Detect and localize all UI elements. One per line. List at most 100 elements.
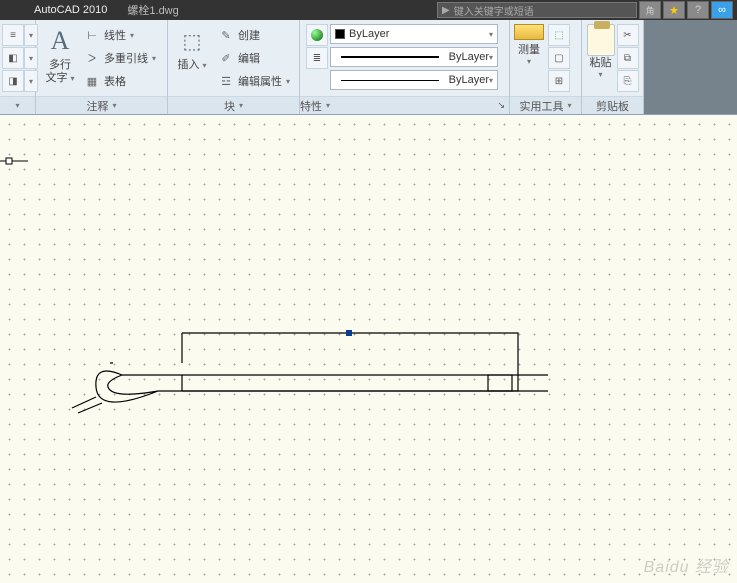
selection-grip[interactable] <box>346 330 352 336</box>
match-prop-button[interactable] <box>306 24 328 46</box>
table-label: 表格 <box>104 73 126 89</box>
paste-label: 粘贴 <box>590 57 612 69</box>
search-icon: ▶ <box>442 5 450 16</box>
measure-button[interactable]: 测量 ▾ <box>514 24 544 66</box>
linetype-value: ByLayer <box>449 74 489 86</box>
help-icon: 角 <box>645 4 654 17</box>
chevron-down-icon: ▾ <box>15 101 19 110</box>
lineweight-combo[interactable]: ByLayer ▾ <box>330 47 498 67</box>
annotate-panel-label[interactable]: 注释▾ <box>36 96 167 114</box>
document-name: 螺栓1.dwg <box>127 2 178 18</box>
cut-button[interactable]: ✂ <box>617 24 639 46</box>
block-create-button[interactable]: ✎ 创建 <box>218 24 290 46</box>
copy-icon: ⧉ <box>624 53 631 64</box>
quickselect-button[interactable]: ⬚ <box>548 24 570 46</box>
globe-icon <box>311 29 323 41</box>
table-icon: ▦ <box>84 75 100 88</box>
star-icon: ★ <box>669 4 679 17</box>
properties-panel-label[interactable]: 特性▾↘ <box>300 96 509 114</box>
insert-label: 插入 ▾ <box>177 59 206 71</box>
chevron-down-icon: ▾ <box>567 101 571 110</box>
properties-panel: ByLayer ▾ ≣ ByLayer ▾ ByLayer ▾ <box>300 20 510 114</box>
chevron-down-icon: ▾ <box>29 31 33 40</box>
mtext-button[interactable]: A 多行 文字 ▾ <box>42 24 78 84</box>
ruler-icon <box>514 24 544 40</box>
paste-button[interactable]: 粘贴 ▾ <box>587 24 615 79</box>
chevron-down-icon: ▾ <box>326 101 330 110</box>
block-panel: ⬚ 插入 ▾ ✎创建 ✐编辑 ☲编辑属性▾ 块▾ <box>168 20 300 114</box>
dim-linear-button[interactable]: ⊢线性▾ <box>84 24 156 46</box>
annotate-panel: A 多行 文字 ▾ ⊢线性▾ ᐳ多重引线▾ ▦表格 注释▾ <box>36 20 168 114</box>
info-icon: ? <box>695 4 701 16</box>
search-placeholder: 键入关键字或短语 <box>454 3 534 18</box>
title-button-2[interactable]: ★ <box>663 1 685 19</box>
link-icon: ∞ <box>718 4 726 16</box>
iso-icon: ◨ <box>8 76 17 87</box>
title-bar: AutoCAD 2010 螺栓1.dwg ▶ 键入关键字或短语 角 ★ ? ∞ <box>0 0 737 20</box>
app-name: AutoCAD 2010 <box>34 4 107 16</box>
select-icon: ⬚ <box>554 30 563 41</box>
attr-icon: ☲ <box>218 75 234 88</box>
dialog-launcher-icon[interactable]: ↘ <box>497 100 505 111</box>
chevron-down-icon: ▾ <box>29 54 33 63</box>
edit-icon: ✐ <box>218 52 234 65</box>
block-edit-label: 编辑 <box>238 50 260 66</box>
watermark: Baidu 经验 <box>644 553 729 577</box>
quickcalc-button[interactable]: ⊞ <box>548 70 570 92</box>
mtext-icon: A <box>42 24 78 58</box>
selectall-icon: ▢ <box>554 53 563 64</box>
edit-attr-label: 编辑属性 <box>238 73 282 89</box>
mleader-label: 多重引线 <box>104 50 148 66</box>
partial-left-panel: ≡ ▾ ◧ ▾ ◨ ▾ ▾ <box>0 20 36 114</box>
drawing-content <box>0 115 737 583</box>
color-value: ByLayer <box>349 28 389 40</box>
block-create-label: 创建 <box>238 27 260 43</box>
block-edit-button[interactable]: ✐ 编辑 <box>218 47 290 69</box>
match-icon: ◧ <box>8 53 17 64</box>
title-button-3[interactable]: ? <box>687 1 709 19</box>
panel-label-left: ▾ <box>0 96 35 114</box>
table-button[interactable]: ▦ 表格 <box>84 70 156 92</box>
chevron-down-icon: ▾ <box>527 57 531 66</box>
list-icon: ≣ <box>313 53 321 64</box>
color-combo[interactable]: ByLayer ▾ <box>330 24 498 44</box>
chevron-down-icon: ▾ <box>29 77 33 86</box>
mleader-button[interactable]: ᐳ多重引线▾ <box>84 47 156 69</box>
chevron-down-icon: ▾ <box>112 101 116 110</box>
utilities-panel: 测量 ▾ ⬚ ▢ ⊞ 实用工具▾ <box>510 20 582 114</box>
mleader-icon: ᐳ <box>84 52 100 65</box>
chevron-down-icon: ▾ <box>489 30 493 39</box>
utilities-panel-label[interactable]: 实用工具▾ <box>510 96 581 114</box>
copy-button[interactable]: ⧉ <box>617 47 639 69</box>
create-icon: ✎ <box>218 29 234 42</box>
linetype-combo[interactable]: ByLayer ▾ <box>330 70 498 90</box>
drawing-canvas[interactable]: Baidu 经验 <box>0 115 737 583</box>
selectall-button[interactable]: ▢ <box>548 47 570 69</box>
edit-attr-button[interactable]: ☲编辑属性▾ <box>218 70 290 92</box>
lineweight-sample <box>341 56 439 58</box>
insert-button[interactable]: ⬚ 插入 ▾ <box>174 24 210 71</box>
lineweight-value: ByLayer <box>449 51 489 63</box>
block-panel-label[interactable]: 块▾ <box>168 96 299 114</box>
unsaved-layer-button[interactable]: ≡ <box>2 24 24 46</box>
calc-icon: ⊞ <box>555 76 563 87</box>
mtext-label-bot: 文字 ▾ <box>45 72 74 84</box>
copyclip-button[interactable]: ⎘ <box>617 70 639 92</box>
layer-match-button[interactable]: ◧ <box>2 47 24 69</box>
list-button[interactable]: ≣ <box>306 47 328 69</box>
cut-icon: ✂ <box>623 30 631 41</box>
clipboard-panel: 粘贴 ▾ ✂ ⧉ ⎘ 剪贴板 <box>582 20 644 114</box>
search-input[interactable]: ▶ 键入关键字或短语 <box>437 2 637 18</box>
chevron-down-icon: ▾ <box>489 53 493 62</box>
color-swatch <box>335 29 345 39</box>
chevron-down-icon: ▾ <box>489 76 493 85</box>
infocenter-button[interactable]: ∞ <box>711 1 733 19</box>
layer-icon: ≡ <box>10 30 16 41</box>
title-button-1[interactable]: 角 <box>639 1 661 19</box>
chevron-down-icon: ▾ <box>598 70 602 79</box>
layer-iso-button[interactable]: ◨ <box>2 70 24 92</box>
linear-dim-icon: ⊢ <box>84 29 100 42</box>
dim-linear-label: 线性 <box>104 27 126 43</box>
brush-icon: ⎘ <box>624 76 632 87</box>
linetype-sample <box>341 80 439 81</box>
